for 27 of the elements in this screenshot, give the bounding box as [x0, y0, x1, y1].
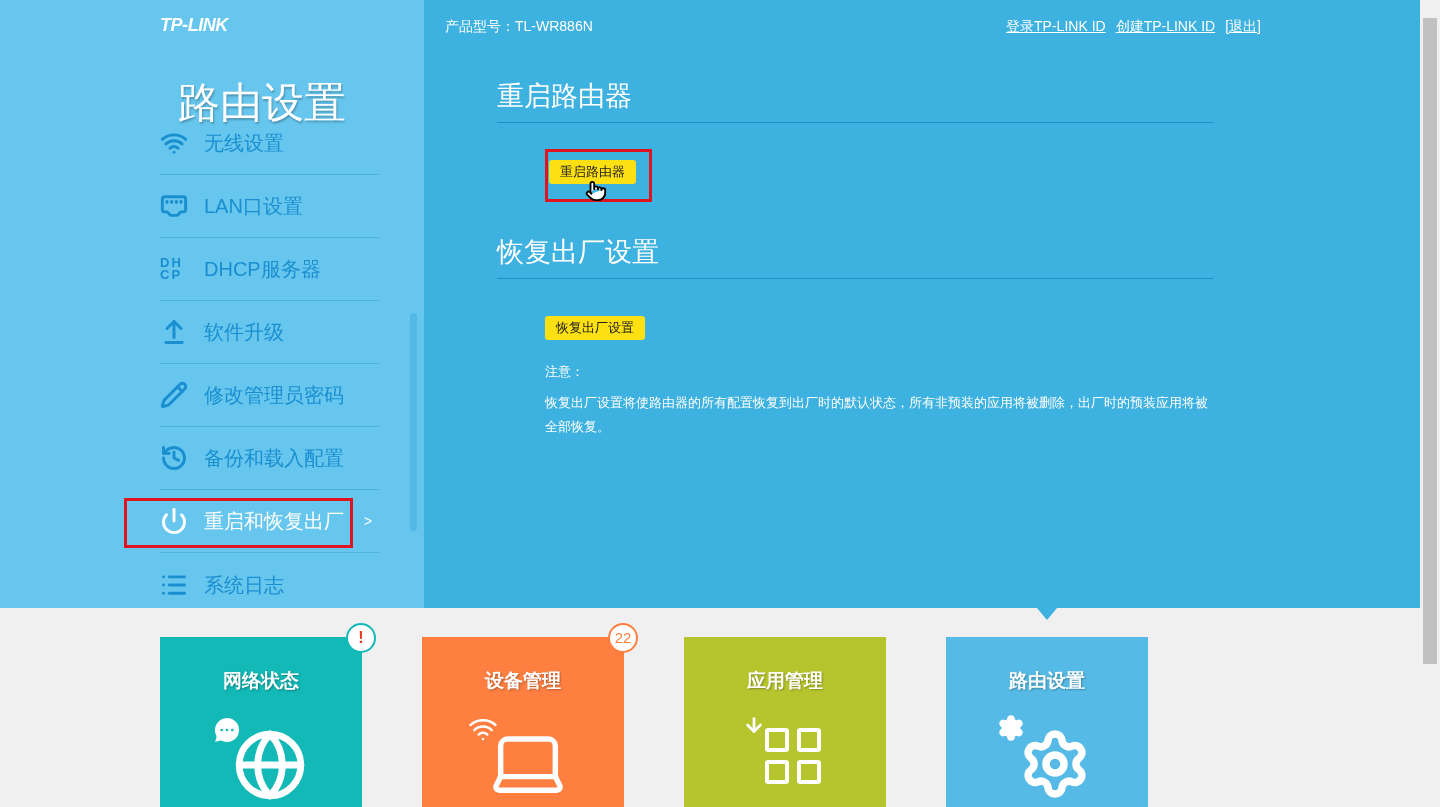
- model-label: 产品型号：TL-WR886N: [445, 16, 593, 36]
- action-button[interactable]: 恢复出厂设置: [545, 315, 645, 340]
- ethernet-port-icon: [160, 192, 188, 220]
- pencil-icon: [160, 381, 188, 409]
- sidebar-item[interactable]: LAN口设置: [160, 186, 303, 226]
- header-link[interactable]: [退出]: [1225, 15, 1261, 37]
- sidebar-item[interactable]: 重启和恢复出厂 >: [160, 501, 373, 541]
- count-badge: 22: [608, 623, 638, 653]
- note-text: 恢复出厂设置将使路由器的所有配置恢复到出厂时的默认状态，所有非预装的应用将被删除，出厂时的预装应用将被全部恢复。: [545, 394, 1209, 436]
- power-icon: [160, 507, 188, 535]
- sidebar-item[interactable]: 软件升级: [160, 312, 284, 352]
- dhcp-icon: DH CP: [160, 257, 188, 281]
- nav-tile[interactable]: 应用管理: [684, 637, 886, 807]
- sidebar-item[interactable]: 修改管理员密码: [160, 375, 344, 415]
- sidebar-item[interactable]: 备份和载入配置: [160, 438, 344, 478]
- history-icon: [160, 444, 188, 472]
- note-title: 注意：: [545, 362, 585, 381]
- header-link[interactable]: 创建TP-LINK ID: [1115, 15, 1216, 37]
- nav-tile[interactable]: 路由设置: [946, 637, 1148, 807]
- header-link[interactable]: 登录TP-LINK ID: [1006, 15, 1106, 37]
- sidebar-item[interactable]: 系统日志: [160, 564, 284, 605]
- logo: TP-LINK: [160, 14, 230, 36]
- section-title: 重启路由器: [497, 78, 1213, 123]
- section-title: 恢复出厂设置: [497, 233, 1213, 279]
- sidebar-item[interactable]: DH CP DHCP服务器: [160, 249, 321, 289]
- action-button[interactable]: 重启路由器: [549, 159, 636, 184]
- alert-badge: !: [346, 623, 376, 653]
